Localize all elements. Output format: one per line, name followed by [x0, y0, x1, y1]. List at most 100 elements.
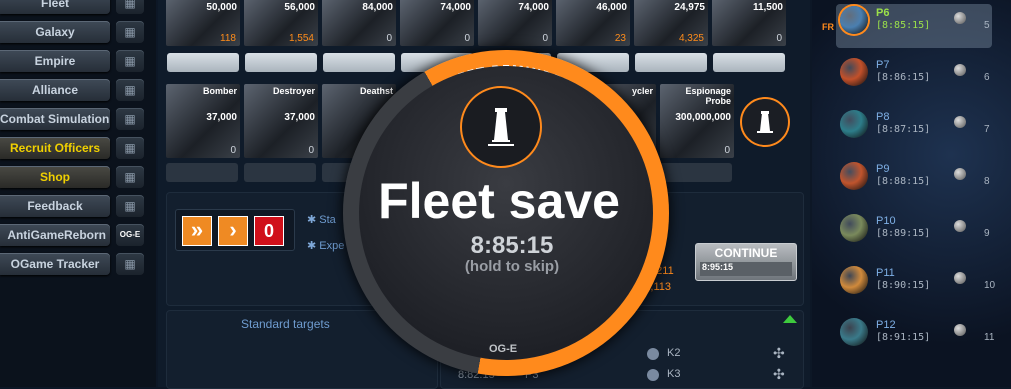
- menu-item-galaxy[interactable]: Galaxy ▦: [0, 21, 150, 43]
- menu-item-alliance[interactable]: Alliance ▦: [0, 79, 150, 101]
- menu-item-fleet[interactable]: Fleet ▦: [0, 0, 150, 14]
- planet-name[interactable]: P8: [876, 111, 889, 123]
- ship-quantity-input[interactable]: [713, 53, 785, 72]
- ship-cost: 56,000: [284, 2, 315, 13]
- menu-button[interactable]: OGame Tracker: [0, 253, 110, 275]
- collapse-arrow-icon[interactable]: [783, 315, 797, 323]
- ship-quantity-input[interactable]: [167, 53, 239, 72]
- select-all-button[interactable]: »: [182, 216, 212, 246]
- menu-item-recruit-officers[interactable]: Recruit Officers ▦: [0, 137, 150, 159]
- menu-item-feedback[interactable]: Feedback ▦: [0, 195, 150, 217]
- reminder-time: 8:85:15: [470, 232, 554, 259]
- ship-count: 4,325: [678, 33, 704, 44]
- planet-index: 9: [984, 228, 990, 239]
- moon-icon[interactable]: [954, 64, 966, 76]
- planet-name[interactable]: P12: [876, 319, 896, 331]
- ship-cost: 74,000: [518, 2, 549, 13]
- continue-time: 8:95:15: [700, 262, 792, 276]
- target-row[interactable]: K3 ✣: [647, 366, 797, 385]
- ship-card[interactable]: 56,000 1,554: [244, 0, 318, 46]
- menu-item-shop[interactable]: Shop ▦: [0, 166, 150, 188]
- galaxy-icon[interactable]: ▦: [116, 21, 144, 43]
- menu-button[interactable]: AntiGameReborn: [0, 224, 110, 246]
- ship-count: 0: [724, 145, 730, 156]
- ship-card[interactable]: 46,000 23: [556, 0, 630, 46]
- ship-card[interactable]: 84,000 0: [322, 0, 396, 46]
- ship-quantity-input[interactable]: [245, 53, 317, 72]
- menu-item-ogame-tracker[interactable]: OGame Tracker ▦: [0, 253, 150, 275]
- ship-name: Espionage Probe: [685, 86, 731, 106]
- send-fleet-icon[interactable]: ✣: [773, 345, 785, 362]
- ship-count: 118: [220, 33, 236, 44]
- moon-icon[interactable]: [954, 12, 966, 24]
- planet-marker: FR: [822, 22, 834, 32]
- option-expedition[interactable]: ✱ Expe: [307, 239, 344, 252]
- ship-card[interactable]: 24,975 4,325: [634, 0, 708, 46]
- planet-coordinates: [8:90:15]: [876, 280, 931, 291]
- ship-card[interactable]: 50,000 118: [166, 0, 240, 46]
- planet-name[interactable]: P9: [876, 163, 889, 175]
- target-label: K3: [667, 368, 681, 380]
- menu-item-combat-simulation[interactable]: Combat Simulation ▦: [0, 108, 150, 130]
- planet-icon[interactable]: [840, 6, 868, 34]
- moon-icon[interactable]: [954, 324, 966, 336]
- menu-button[interactable]: Alliance: [0, 79, 110, 101]
- menu-item-empire[interactable]: Empire ▦: [0, 50, 150, 72]
- target-row[interactable]: K2 ✣: [647, 345, 797, 364]
- ship-count: 0: [230, 145, 236, 156]
- option-standard-label: Sta: [319, 214, 336, 226]
- send-fleet-icon[interactable]: ✣: [773, 366, 785, 383]
- moon-icon[interactable]: [954, 168, 966, 180]
- moon-icon[interactable]: [954, 116, 966, 128]
- reset-button[interactable]: 0: [254, 216, 284, 246]
- planet-name[interactable]: P10: [876, 215, 896, 227]
- ship-quantity-input[interactable]: [660, 163, 732, 182]
- ship-card[interactable]: 11,500 0: [712, 0, 786, 46]
- antigame-icon[interactable]: OG-E: [116, 224, 144, 246]
- ship-card[interactable]: Espionage Probe 300,000,000 0: [660, 84, 734, 158]
- planet-icon[interactable]: [840, 162, 868, 190]
- alliance-icon[interactable]: ▦: [116, 79, 144, 101]
- menu-button[interactable]: Feedback: [0, 195, 110, 217]
- lighthouse-icon: [757, 111, 773, 133]
- feedback-icon[interactable]: ▦: [116, 195, 144, 217]
- planet-name[interactable]: P11: [876, 267, 895, 279]
- select-next-button[interactable]: ›: [218, 216, 248, 246]
- option-standard[interactable]: ✱ Sta: [307, 213, 336, 226]
- ship-name: Destroyer: [272, 86, 315, 96]
- planet-index: 11: [984, 332, 995, 343]
- planet-icon[interactable]: [840, 214, 868, 242]
- planet-index: 10: [984, 280, 996, 291]
- planet-icon[interactable]: [840, 110, 868, 138]
- planet-icon[interactable]: [840, 318, 868, 346]
- beacon-button[interactable]: [740, 97, 790, 147]
- menu-button[interactable]: Recruit Officers: [0, 137, 110, 159]
- menu-button[interactable]: Fleet: [0, 0, 110, 14]
- ship-card[interactable]: 74,000 0: [478, 0, 552, 46]
- fleet-reminder-dialog[interactable]: FLEET REMINDER Fleet save 8:85:15 (hold …: [343, 50, 669, 376]
- moon-icon[interactable]: [954, 220, 966, 232]
- tracker-icon[interactable]: ▦: [116, 253, 144, 275]
- fleet-icon[interactable]: ▦: [116, 0, 144, 14]
- planet-name[interactable]: P7: [876, 59, 889, 71]
- ship-card[interactable]: Destroyer 37,000 0: [244, 84, 318, 158]
- ship-quantity-input[interactable]: [244, 163, 316, 182]
- simulation-icon[interactable]: ▦: [116, 108, 144, 130]
- officers-icon[interactable]: ▦: [116, 137, 144, 159]
- shop-icon[interactable]: ▦: [116, 166, 144, 188]
- ship-card[interactable]: Bomber 37,000 0: [166, 84, 240, 158]
- ship-quantity-input[interactable]: [166, 163, 238, 182]
- menu-button[interactable]: Combat Simulation: [0, 108, 110, 130]
- continue-button[interactable]: CONTINUE 8:95:15: [695, 243, 797, 281]
- planet-icon[interactable]: [840, 266, 868, 294]
- ship-count: 0: [386, 33, 392, 44]
- menu-button[interactable]: Empire: [0, 50, 110, 72]
- menu-button[interactable]: Galaxy: [0, 21, 110, 43]
- menu-item-antigamereborn[interactable]: AntiGameReborn OG-E: [0, 224, 150, 246]
- empire-icon[interactable]: ▦: [116, 50, 144, 72]
- moon-icon[interactable]: [954, 272, 966, 284]
- planet-name[interactable]: P6: [876, 7, 889, 19]
- planet-icon[interactable]: [840, 58, 868, 86]
- menu-button[interactable]: Shop: [0, 166, 110, 188]
- ship-card[interactable]: 74,000 0: [400, 0, 474, 46]
